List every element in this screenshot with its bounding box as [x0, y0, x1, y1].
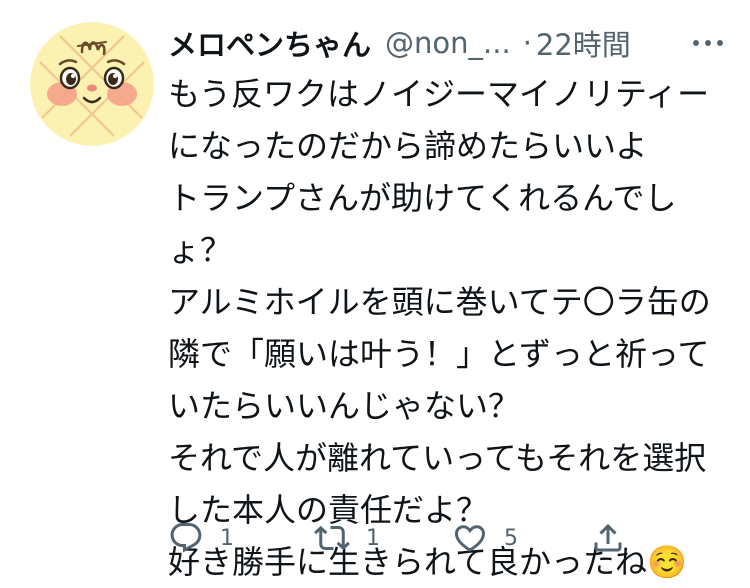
separator-dot: ·	[522, 26, 532, 60]
retweet-icon	[314, 525, 350, 551]
like-button[interactable]: 5	[452, 516, 518, 560]
reply-count: 1	[220, 525, 234, 551]
tweet-text-line: トランプさんが助けてくれるんでし	[168, 179, 677, 217]
tweet-text-line: になったのだから諦めたらいいよ	[168, 127, 648, 165]
tweet-text: もう反ワクはノイジーマイノリティー になったのだから諦めたらいいよ トランプさん…	[168, 68, 743, 588]
retweet-button[interactable]: 1	[314, 516, 380, 560]
share-button[interactable]	[590, 516, 626, 560]
more-icon	[693, 40, 723, 46]
tweet-text-line: それで人が離れていってもそれを選択	[168, 439, 707, 477]
tweet-text-line: 隣で「願いは叶う！」とずっと祈って	[168, 335, 710, 373]
tweet[interactable]: メロペンちゃん @non_... · 22時間 もう反ワクはノイジーマイノリティ…	[0, 0, 750, 583]
reply-icon	[170, 523, 202, 553]
avatar-image	[30, 22, 154, 146]
heart-icon	[454, 525, 486, 552]
retweet-count: 1	[366, 525, 380, 551]
share-icon	[594, 523, 622, 552]
tweet-action-bar: 1 1 5	[168, 516, 648, 560]
avatar[interactable]	[30, 22, 154, 146]
tweet-timestamp[interactable]: 22時間	[536, 22, 631, 64]
display-name[interactable]: メロペンちゃん	[168, 22, 371, 64]
tweet-text-line: ょ？	[168, 231, 233, 269]
more-options-button[interactable]	[688, 26, 728, 60]
tweet-text-line: アルミホイルを頭に巻いてテ〇ラ缶の	[168, 283, 711, 321]
user-handle[interactable]: @non_...	[385, 26, 511, 60]
like-count: 5	[504, 525, 518, 551]
tweet-text-line: いたらいいんじゃない？	[168, 387, 521, 425]
tweet-header: メロペンちゃん @non_... · 22時間	[168, 20, 728, 66]
reply-button[interactable]: 1	[168, 516, 234, 560]
tweet-text-line: もう反ワクはノイジーマイノリティー	[168, 75, 710, 113]
